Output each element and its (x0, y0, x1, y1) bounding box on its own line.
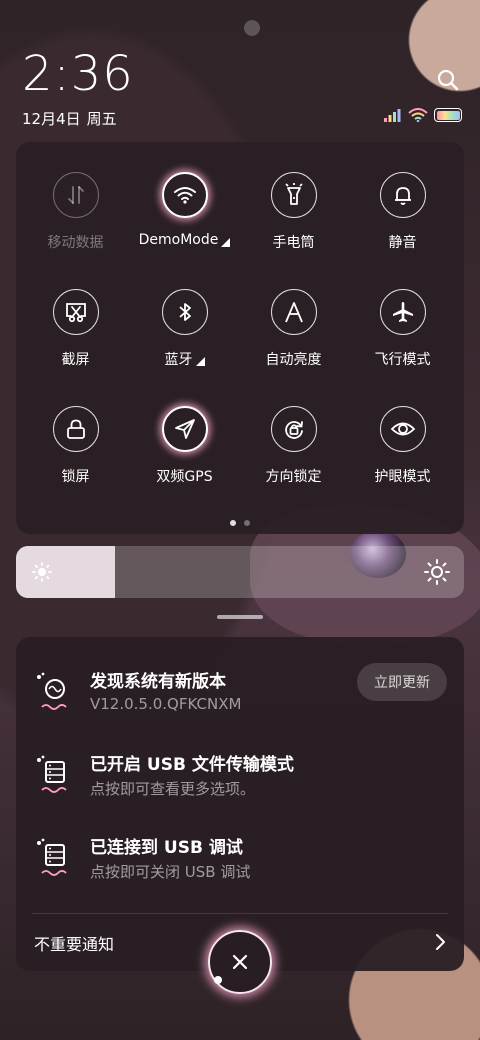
notification-title: 已开启 USB 文件传输模式 (90, 755, 294, 775)
tile-label: 飞行模式 (374, 352, 431, 368)
notification-usb-debugging[interactable]: 已连接到 USB 调试 点按即可关闭 USB 调试 (16, 833, 464, 905)
date-line: 12月4日 周五 (22, 108, 117, 129)
notification-subtitle: 点按即可关闭 USB 调试 (90, 863, 251, 881)
notification-title: 已连接到 USB 调试 (90, 838, 243, 858)
close-icon (232, 954, 248, 970)
system-update-icon (37, 672, 67, 710)
tile-label: 手电筒 (272, 235, 315, 251)
notification-subtitle: 点按即可查看更多选项。 (90, 780, 256, 798)
clear-all-button[interactable] (208, 930, 272, 994)
usb-debugging-icon (37, 838, 67, 876)
tile-bluetooth[interactable]: 蓝牙 (130, 289, 239, 386)
gps-icon (161, 406, 208, 452)
expand-triangle-icon (221, 237, 231, 247)
tile-flashlight[interactable]: 手电筒 (239, 172, 348, 269)
rotation-lock-icon (270, 406, 317, 452)
bell-icon (379, 172, 426, 218)
page-dot (244, 520, 250, 526)
tile-mobile-data[interactable]: 移动数据 (21, 172, 130, 269)
tile-label: 锁屏 (61, 469, 90, 485)
search-button[interactable] (430, 62, 466, 98)
tile-lock-screen[interactable]: 锁屏 (21, 406, 130, 503)
clock-time: 2:36 (22, 46, 134, 102)
tile-label: 自动亮度 (265, 352, 322, 368)
tile-label: 方向锁定 (265, 469, 322, 485)
airplane-icon (379, 289, 426, 335)
notification-subtitle: V12.0.5.0.QFKCNXM (90, 695, 242, 713)
brightness-low-icon (32, 562, 52, 582)
tile-dual-gps[interactable]: 双频GPS (130, 406, 239, 503)
bluetooth-icon (161, 289, 208, 335)
tile-label: 静音 (388, 235, 417, 251)
brightness-high-icon (424, 559, 450, 585)
tile-label: DemoMode (138, 232, 219, 248)
chevron-right-icon[interactable] (434, 933, 446, 951)
screenshot-icon (52, 289, 99, 335)
glow-dot (214, 976, 222, 984)
control-center-panel: 移动数据 DemoMode 手电筒 静音 截屏 蓝牙 自动亮度 飞行模式 锁屏 … (16, 142, 464, 534)
status-icons (384, 108, 462, 122)
page-dot-active (230, 520, 236, 526)
tile-rotation-lock[interactable]: 方向锁定 (239, 406, 348, 503)
notification-panel: 发现系统有新版本 V12.0.5.0.QFKCNXM 立即更新 已开启 USB … (16, 637, 464, 971)
tile-airplane[interactable]: 飞行模式 (348, 289, 457, 386)
front-camera (244, 20, 260, 36)
divider (32, 913, 448, 914)
brightness-slider[interactable] (16, 546, 464, 598)
search-icon (437, 69, 459, 91)
eye-icon (379, 406, 426, 452)
mobile-data-icon (52, 172, 99, 218)
brightness-slider-fill (16, 546, 115, 598)
tile-silent[interactable]: 静音 (348, 172, 457, 269)
tile-wifi[interactable]: DemoMode (130, 172, 239, 269)
weekday-text: 周五 (86, 110, 117, 128)
unimportant-notifications-link[interactable]: 不重要通知 (34, 931, 114, 955)
notification-system-update[interactable]: 发现系统有新版本 V12.0.5.0.QFKCNXM 立即更新 (16, 663, 464, 739)
flashlight-icon (270, 172, 317, 218)
toggle-grid: 移动数据 DemoMode 手电筒 静音 截屏 蓝牙 自动亮度 飞行模式 锁屏 … (16, 172, 464, 503)
auto-brightness-icon (270, 289, 317, 335)
usb-settings-icon (37, 755, 67, 793)
tile-label: 移动数据 (47, 235, 104, 251)
notification-title: 发现系统有新版本 (90, 672, 226, 692)
wifi-icon (161, 172, 208, 218)
lock-icon (52, 406, 99, 452)
tile-label: 蓝牙 (164, 352, 193, 368)
notification-usb-transfer[interactable]: 已开启 USB 文件传输模式 点按即可查看更多选项。 (16, 750, 464, 822)
drag-handle[interactable] (217, 615, 263, 619)
tile-label: 双频GPS (156, 469, 213, 485)
expand-triangle-icon (195, 356, 205, 366)
tile-eye-comfort[interactable]: 护眼模式 (348, 406, 457, 503)
update-now-button[interactable]: 立即更新 (357, 663, 447, 701)
date-text: 12月4日 (22, 110, 81, 128)
wifi-status-icon (408, 108, 428, 122)
tile-label: 护眼模式 (374, 469, 431, 485)
signal-icon (384, 109, 401, 122)
tile-auto-brightness[interactable]: 自动亮度 (239, 289, 348, 386)
battery-icon (434, 108, 462, 122)
tile-screenshot[interactable]: 截屏 (21, 289, 130, 386)
page-indicator (16, 520, 464, 526)
tile-label: 截屏 (61, 352, 90, 368)
